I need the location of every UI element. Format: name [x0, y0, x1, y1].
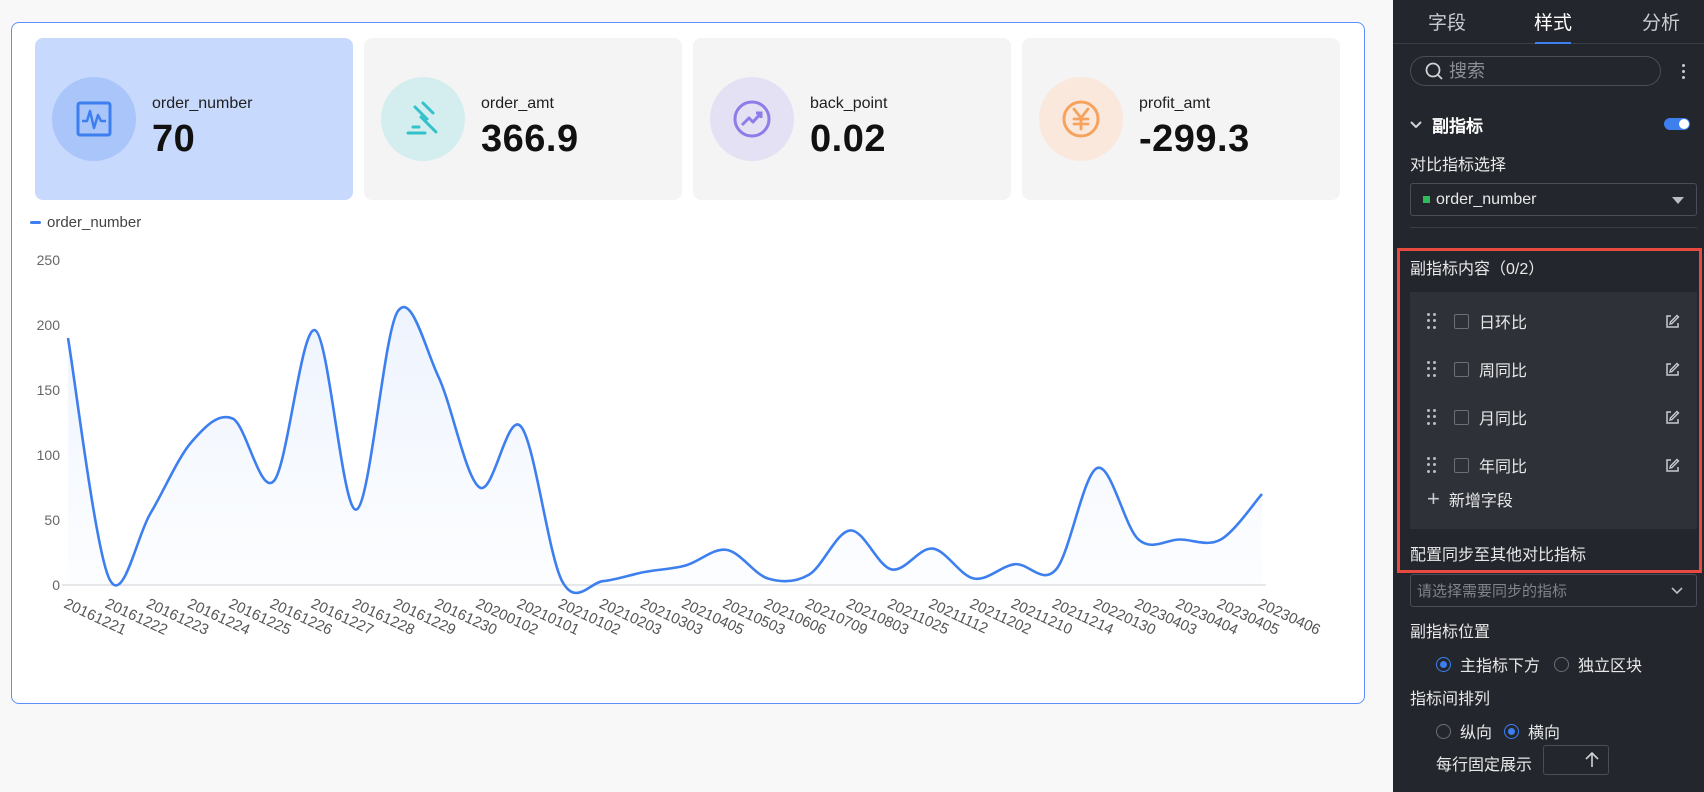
compare-label: 对比指标选择 [1410, 157, 1507, 174]
line-chart: 0501001502002502016122120161222201612232… [37, 252, 1323, 639]
arrange-options: 纵向 横向 [1436, 719, 1560, 743]
radio-label: 纵向 [1460, 725, 1493, 742]
kpi-value: 366.9 [481, 118, 579, 160]
radio-below-main[interactable] [1436, 656, 1451, 672]
kpi-value: -299.3 [1139, 118, 1250, 160]
data-point [1095, 466, 1099, 470]
data-point [437, 375, 441, 379]
gavel-icon [381, 77, 465, 161]
search-icon [1425, 62, 1443, 80]
data-point [931, 547, 935, 551]
data-point [478, 486, 482, 490]
data-point [107, 577, 111, 581]
radio-label: 主指标下方 [1460, 658, 1541, 675]
radio-label: 横向 [1528, 725, 1561, 742]
y-tick-label: 250 [37, 252, 61, 268]
position-label: 副指标位置 [1410, 624, 1491, 641]
tab-style[interactable]: 样式 [1534, 8, 1572, 35]
radio-label: 独立区块 [1578, 658, 1643, 675]
data-point [190, 440, 194, 444]
search-box [1410, 56, 1661, 86]
compare-metric-value: order_number [1436, 190, 1537, 208]
data-point [313, 328, 317, 332]
radio-horizontal[interactable] [1504, 723, 1520, 739]
data-point [1013, 562, 1017, 566]
tab-fields[interactable]: 字段 [1428, 8, 1466, 35]
y-tick-label: 100 [37, 447, 61, 463]
data-point [642, 570, 646, 574]
compare-metric-select[interactable]: order_number [1410, 183, 1697, 216]
trend-up-icon [710, 77, 794, 161]
kpi-name: order_amt [481, 95, 554, 112]
kpi-name: back_point [810, 95, 888, 112]
kpi-card-profit-amt[interactable]: profit_amt -299.3 [1022, 38, 1340, 200]
data-point [766, 577, 770, 581]
more-options-icon[interactable] [1676, 58, 1690, 84]
y-tick-label: 0 [52, 577, 60, 593]
kpi-card-back-point[interactable]: back_point 0.02 [693, 38, 1011, 200]
data-point [272, 479, 276, 483]
metric-color-dot [1423, 196, 1430, 203]
yen-icon [1039, 77, 1123, 161]
data-point [354, 508, 358, 512]
data-point [231, 417, 235, 421]
highlight-box [1397, 248, 1702, 573]
divider [1410, 227, 1697, 228]
sync-placeholder: 请选择需要同步的指标 [1417, 583, 1568, 600]
radio-separate-block[interactable] [1554, 656, 1570, 672]
pulse-icon [52, 77, 136, 161]
kpi-card-order-amt[interactable]: order_amt 366.9 [364, 38, 682, 200]
data-point [148, 512, 152, 516]
data-point [889, 567, 893, 571]
data-point [601, 579, 605, 583]
chevron-down-icon [1671, 587, 1683, 595]
position-options: 主指标下方 独立区块 [1436, 652, 1642, 676]
active-tab-indicator [1535, 42, 1571, 44]
per-row-input[interactable] [1543, 745, 1609, 775]
search-input[interactable] [1449, 60, 1639, 82]
data-point [1260, 492, 1264, 496]
section-header-sub-metric[interactable]: 副指标 [1410, 112, 1483, 137]
sub-metric-toggle[interactable] [1664, 118, 1690, 130]
data-point [1054, 567, 1058, 571]
chevron-down-icon [1410, 120, 1422, 128]
tab-analysis[interactable]: 分析 [1642, 8, 1680, 35]
data-point [725, 548, 729, 552]
kpi-value: 0.02 [810, 118, 886, 160]
series-area [68, 307, 1262, 593]
per-row-label: 每行固定展示 [1436, 757, 1533, 774]
radio-vertical[interactable] [1436, 723, 1451, 739]
data-point [1136, 538, 1140, 542]
y-tick-label: 150 [37, 382, 61, 398]
caret-down-icon [1672, 197, 1684, 204]
style-panel: 字段 样式 分析 副指标 对比指标选择 order_number 副指标内容（0… [1393, 0, 1704, 792]
data-point [1178, 538, 1182, 542]
y-tick-label: 200 [37, 317, 61, 333]
data-point [972, 577, 976, 581]
kpi-name: profit_amt [1139, 95, 1211, 112]
data-point [66, 336, 70, 340]
data-point [519, 424, 523, 428]
panel-tabs: 字段 样式 分析 [1393, 0, 1704, 44]
data-point [1219, 538, 1223, 542]
arrange-label: 指标间排列 [1410, 691, 1491, 708]
kpi-card-order-number[interactable]: order_number 70 [35, 38, 353, 200]
kpi-name: order_number [152, 95, 253, 112]
arrow-up-icon[interactable] [1584, 751, 1600, 769]
data-point [395, 310, 399, 314]
y-tick-label: 50 [44, 512, 60, 528]
data-point [807, 573, 811, 577]
data-point [848, 528, 852, 532]
data-point [684, 564, 688, 568]
dashboard-card: order_number 70 order_amt 366.9 back_poi… [11, 22, 1365, 704]
kpi-value: 70 [152, 118, 196, 160]
section-title: 副指标 [1432, 117, 1483, 136]
sync-metric-select[interactable]: 请选择需要同步的指标 [1410, 574, 1697, 607]
data-point [560, 579, 564, 583]
